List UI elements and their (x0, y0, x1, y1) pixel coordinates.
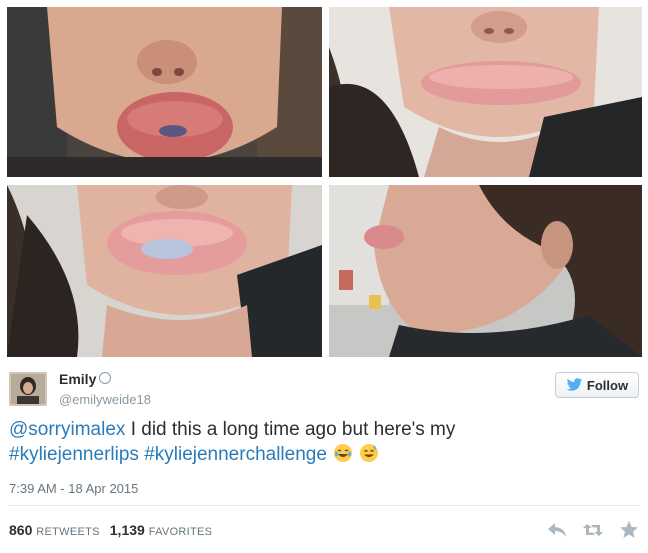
favorites-label: FAVORITES (148, 526, 213, 538)
tweet-stats: 860 RETWEETS 1,139 FAVORITES (9, 522, 212, 538)
favorite-star-icon[interactable] (618, 520, 640, 540)
photo-1[interactable] (7, 7, 322, 177)
hashtag-kyliejennerchallenge[interactable]: #kyliejennerchallenge (144, 444, 327, 465)
retweets-label: RETWEETS (36, 526, 100, 538)
author-name[interactable]: Emily (59, 371, 112, 387)
retweets-count: 860 (9, 522, 33, 538)
tweet-text: @sorryimalex I did this a long time ago … (9, 417, 629, 467)
retweets-stat[interactable]: 860 RETWEETS (9, 522, 100, 538)
photo-3[interactable] (7, 185, 322, 357)
tweet-timestamp[interactable]: 7:39 AM - 18 Apr 2015 (9, 481, 138, 496)
tears-of-joy-emoji-icon (334, 444, 353, 462)
author-handle[interactable]: @emilyweide18 (59, 392, 151, 407)
photo-grid (0, 0, 648, 362)
reply-icon[interactable] (546, 520, 568, 540)
divider (9, 505, 639, 506)
hashtag-kyliejennerlips[interactable]: #kyliejennerlips (9, 444, 139, 465)
author-name-text[interactable]: Emily (59, 371, 96, 387)
retweet-icon[interactable] (582, 520, 604, 540)
tweet-actions (532, 520, 640, 540)
favorites-count: 1,139 (109, 522, 145, 538)
photo-2[interactable] (329, 7, 642, 177)
follow-button[interactable]: Follow (555, 372, 639, 398)
author-avatar[interactable] (9, 372, 47, 406)
verified-icon (99, 372, 112, 384)
grinning-sweat-emoji-icon (359, 444, 378, 462)
follow-label: Follow (586, 377, 629, 393)
favorites-stat[interactable]: 1,139 FAVORITES (110, 522, 213, 538)
tweet-text-body: I did this a long time ago but here's my (125, 419, 456, 440)
photo-4[interactable] (329, 185, 642, 357)
mention-link[interactable]: @sorryimalex (9, 419, 125, 440)
twitter-bird-icon (566, 378, 583, 391)
